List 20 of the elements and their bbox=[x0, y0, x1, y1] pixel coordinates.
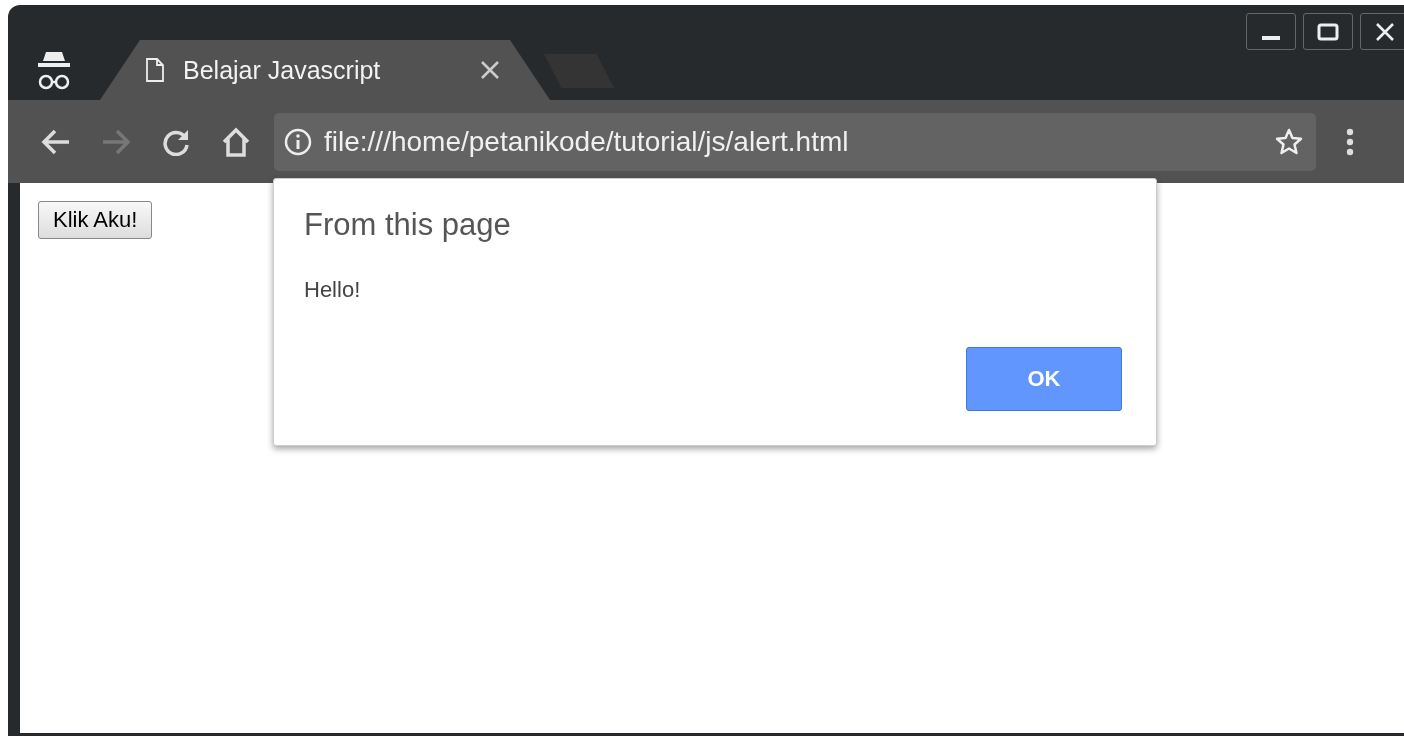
dialog-message: Hello! bbox=[304, 277, 362, 303]
menu-icon bbox=[1346, 127, 1354, 156]
url-text: file:///home/petanikode/tutorial/js/alert.html bbox=[324, 125, 850, 158]
close-tab-icon bbox=[480, 60, 500, 80]
click-me-button[interactable]: Klik Aku! bbox=[38, 201, 153, 239]
minimize-button[interactable] bbox=[1246, 13, 1296, 50]
dialog-title: From this page bbox=[304, 207, 512, 243]
browser-tab[interactable]: Belajar Javascript bbox=[100, 40, 550, 100]
info-icon bbox=[284, 127, 312, 156]
minimize-icon bbox=[1262, 35, 1280, 40]
maximize-button[interactable] bbox=[1303, 13, 1353, 50]
close-icon bbox=[1374, 20, 1396, 43]
close-button[interactable] bbox=[1360, 13, 1404, 50]
home-icon bbox=[220, 126, 252, 157]
tab-title: Belajar Javascript bbox=[183, 55, 382, 85]
forward-arrow-icon bbox=[101, 127, 131, 156]
page-icon bbox=[145, 57, 165, 83]
star-icon bbox=[1274, 126, 1304, 157]
address-bar[interactable]: file:///home/petanikode/tutorial/js/alert.html bbox=[274, 112, 1316, 171]
back-arrow-icon bbox=[41, 127, 71, 156]
